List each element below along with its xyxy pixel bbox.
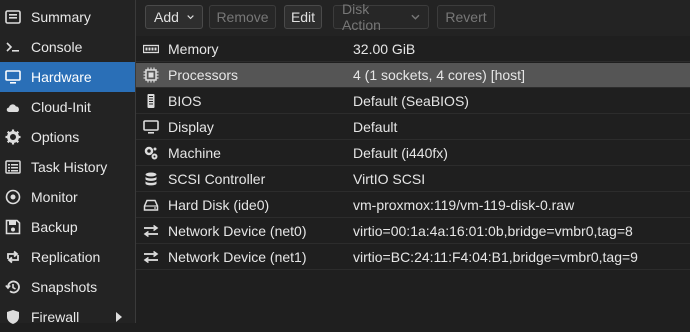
- sidebar-item-backup[interactable]: Backup: [0, 212, 135, 242]
- row-name: SCSI Controller: [168, 171, 266, 187]
- chevron-right-icon[interactable]: [115, 312, 123, 322]
- sidebar-item-label: Snapshots: [31, 279, 98, 295]
- sidebar-item-replication[interactable]: Replication: [0, 242, 135, 272]
- row-name: Processors: [168, 67, 239, 83]
- sidebar-item-label: Cloud-Init: [31, 99, 91, 115]
- display-icon: [141, 117, 161, 137]
- row-value: virtio=BC:24:11:F4:04:B1,bridge=vmbr0,ta…: [353, 249, 638, 265]
- chevron-down-icon: [411, 14, 420, 20]
- memory-icon: [141, 39, 161, 59]
- sidebar-item-label: Summary: [31, 9, 91, 25]
- gear-icon: [4, 128, 22, 146]
- sidebar-item-label: Options: [31, 129, 80, 145]
- row-name: Network Device (net1): [168, 249, 307, 265]
- toolbar: Add Remove Edit Disk Action Revert: [136, 0, 690, 36]
- sidebar-item-cloud-init[interactable]: Cloud-Init: [0, 92, 135, 122]
- bios-icon: [141, 91, 161, 111]
- table-row-bios[interactable]: BIOS Default (SeaBIOS): [136, 89, 690, 114]
- row-value: 4 (1 sockets, 4 cores) [host]: [353, 67, 525, 83]
- hardware-grid: Memory 32.00 GiB Processors 4 (1 sockets…: [136, 37, 690, 323]
- summary-icon: [4, 8, 22, 26]
- harddisk-icon: [141, 195, 161, 215]
- table-row-network-device-net0[interactable]: Network Device (net0) virtio=00:1a:4a:16…: [136, 219, 690, 244]
- table-row-network-device-net1[interactable]: Network Device (net1) virtio=BC:24:11:F4…: [136, 245, 690, 270]
- row-value: vm-proxmox:119/vm-119-disk-0.raw: [353, 197, 575, 213]
- row-value: Default: [353, 119, 398, 135]
- table-row-hard-disk[interactable]: Hard Disk (ide0) vm-proxmox:119/vm-119-d…: [136, 193, 690, 218]
- table-row-display[interactable]: Display Default: [136, 115, 690, 140]
- row-name: Network Device (net0): [168, 223, 307, 239]
- machine-icon: [141, 143, 161, 163]
- floppy-icon: [4, 218, 22, 236]
- row-value: Default (SeaBIOS): [353, 93, 469, 109]
- database-icon: [141, 169, 161, 189]
- row-name: Display: [168, 119, 214, 135]
- monitor-icon: [4, 68, 22, 86]
- retweet-icon: [4, 248, 22, 266]
- sidebar-item-snapshots[interactable]: Snapshots: [0, 272, 135, 302]
- sidebar-item-label: Replication: [31, 249, 101, 265]
- list-icon: [4, 158, 22, 176]
- add-button[interactable]: Add: [145, 5, 203, 29]
- network-icon: [141, 247, 161, 267]
- sidebar-item-label: Backup: [31, 219, 78, 235]
- table-row-scsi-controller[interactable]: SCSI Controller VirtIO SCSI: [136, 167, 690, 192]
- table-row-machine[interactable]: Machine Default (i440fx): [136, 141, 690, 166]
- chevron-down-icon: [187, 15, 194, 20]
- table-row-processors[interactable]: Processors 4 (1 sockets, 4 cores) [host]: [136, 63, 690, 88]
- sidebar: Summary Console Hardware Cloud-Init Opti…: [0, 0, 136, 325]
- row-value: Default (i440fx): [353, 145, 448, 161]
- sidebar-item-label: Task History: [31, 159, 108, 175]
- row-name: Hard Disk (ide0): [168, 197, 270, 213]
- sidebar-item-label: Monitor: [31, 189, 78, 205]
- row-name: Memory: [168, 41, 219, 57]
- network-icon: [141, 221, 161, 241]
- sidebar-item-task-history[interactable]: Task History: [0, 152, 135, 182]
- cpu-icon: [141, 65, 161, 85]
- revert-button[interactable]: Revert: [437, 5, 495, 29]
- row-name: BIOS: [168, 93, 202, 109]
- row-value: 32.00 GiB: [353, 41, 416, 57]
- cloud-icon: [4, 98, 22, 116]
- table-row-memory[interactable]: Memory 32.00 GiB: [136, 37, 690, 62]
- row-name: Machine: [168, 145, 221, 161]
- sidebar-item-monitor[interactable]: Monitor: [0, 182, 135, 212]
- sidebar-item-label: Hardware: [31, 69, 92, 85]
- shield-icon: [4, 308, 22, 326]
- console-icon: [4, 38, 22, 56]
- history-icon: [4, 278, 22, 296]
- disk-action-button[interactable]: Disk Action: [333, 1, 429, 33]
- sidebar-item-firewall[interactable]: Firewall: [0, 302, 135, 332]
- sidebar-item-summary[interactable]: Summary: [0, 2, 135, 32]
- sidebar-item-console[interactable]: Console: [0, 32, 135, 62]
- eye-icon: [4, 188, 22, 206]
- sidebar-item-hardware[interactable]: Hardware: [0, 62, 135, 92]
- sidebar-item-label: Console: [31, 39, 83, 55]
- row-value: virtio=00:1a:4a:16:01:0b,bridge=vmbr0,ta…: [353, 223, 633, 239]
- remove-button[interactable]: Remove: [209, 5, 276, 29]
- sidebar-item-options[interactable]: Options: [0, 122, 135, 152]
- row-value: VirtIO SCSI: [353, 171, 426, 187]
- edit-button[interactable]: Edit: [284, 5, 322, 29]
